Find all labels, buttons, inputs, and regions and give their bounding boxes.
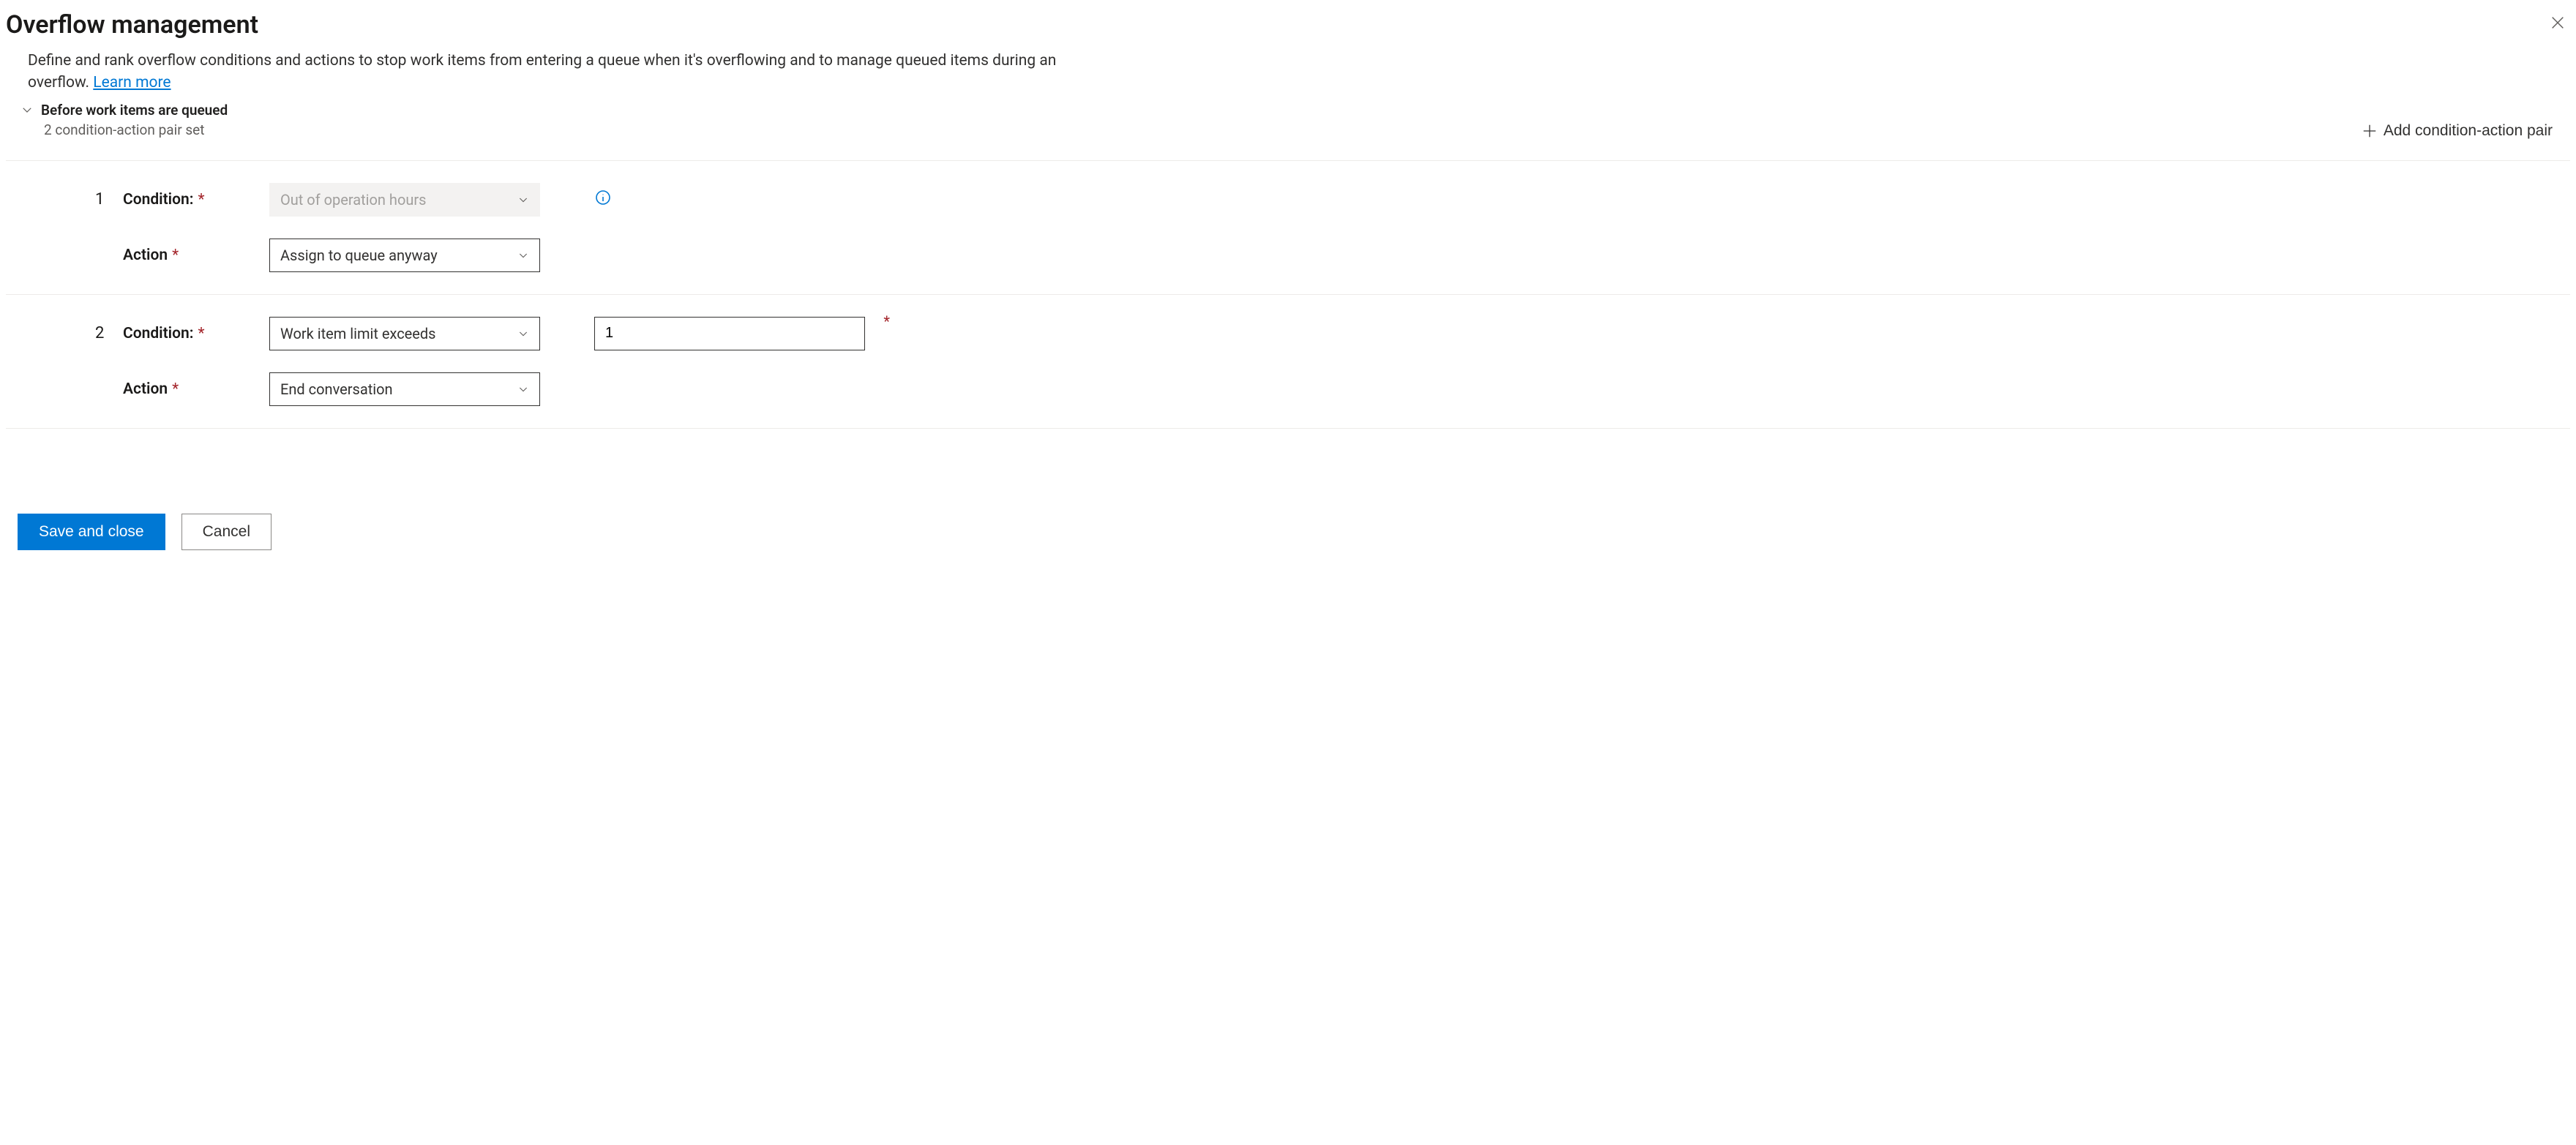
action-select[interactable]: End conversation <box>269 372 540 406</box>
chevron-down-icon <box>517 249 529 261</box>
section-title: Before work items are queued <box>41 102 228 119</box>
chevron-down-icon[interactable] <box>20 103 34 116</box>
page-description: Define and rank overflow conditions and … <box>6 50 1104 94</box>
add-condition-action-pair-button[interactable]: Add condition-action pair <box>2359 118 2556 144</box>
plus-icon <box>2362 123 2378 139</box>
action-label: Action* <box>123 247 269 264</box>
cancel-button[interactable]: Cancel <box>181 514 272 550</box>
save-and-close-button[interactable]: Save and close <box>18 514 165 550</box>
chevron-down-icon <box>517 383 529 395</box>
condition-select-value: Work item limit exceeds <box>280 325 435 342</box>
condition-label: Condition:* <box>123 325 269 342</box>
chevron-down-icon <box>517 328 529 339</box>
close-icon <box>2550 15 2566 31</box>
add-condition-action-pair-label: Add condition-action pair <box>2384 122 2553 140</box>
condition-select[interactable]: Work item limit exceeds <box>269 317 540 350</box>
action-label: Action* <box>123 380 269 398</box>
pair-ordinal: 1 <box>6 190 123 209</box>
close-button[interactable] <box>2545 10 2570 37</box>
page-title: Overflow management <box>6 10 258 40</box>
condition-label: Condition:* <box>123 191 269 209</box>
pair-ordinal: 2 <box>6 324 123 342</box>
description-text: Define and rank overflow conditions and … <box>28 52 1056 91</box>
condition-select: Out of operation hours <box>269 183 540 217</box>
action-select-value: End conversation <box>280 380 393 398</box>
condition-action-pair: 2Condition:* Work item limit exceeds * Acti… <box>6 295 2570 429</box>
condition-action-pair: 1Condition:* Out of operation hours Action… <box>6 161 2570 295</box>
chevron-down-icon <box>517 194 529 206</box>
info-icon[interactable] <box>594 189 612 206</box>
condition-select-value: Out of operation hours <box>280 191 426 209</box>
action-select-value: Assign to queue anyway <box>280 247 438 264</box>
condition-value-input[interactable] <box>594 317 865 350</box>
action-select[interactable]: Assign to queue anyway <box>269 239 540 272</box>
learn-more-link[interactable]: Learn more <box>93 74 171 91</box>
required-indicator: * <box>883 312 890 330</box>
